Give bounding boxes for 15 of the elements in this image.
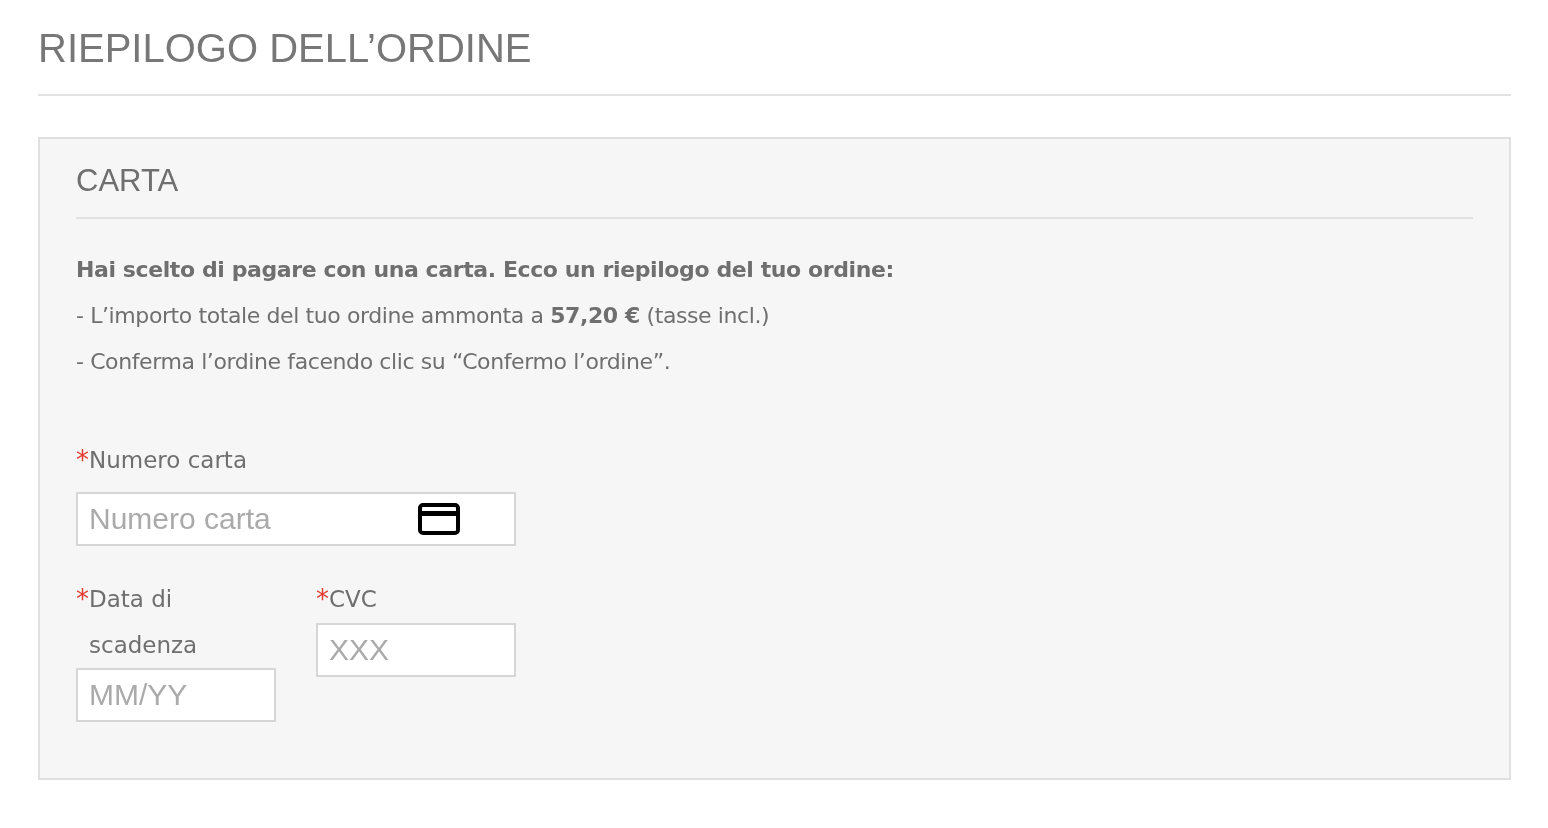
required-mark: * <box>316 584 329 614</box>
credit-card-icon <box>418 503 460 535</box>
summary-line: - Conferma l’ordine facendo clic su “Confermo l’ordine”. <box>76 348 672 376</box>
expiry-field[interactable]: MM/YY <box>76 668 276 722</box>
card-number-field[interactable]: Numero carta <box>76 492 516 546</box>
cvc-field[interactable]: XXX <box>316 623 516 677</box>
panel-title: CARTA <box>76 162 180 200</box>
required-mark: * <box>76 445 89 475</box>
page-title: RIEPILOGO DELL’ORDINE <box>38 25 533 72</box>
field-label: CVC <box>329 585 377 614</box>
field-label: Numero carta <box>89 446 247 475</box>
intro-text: Hai scelto di pagare con una carta. Ecco un riepilogo del tuo ordine: <box>76 256 895 284</box>
field-label: Data di scadenza <box>89 585 199 660</box>
summary-line: - L’importo totale del tuo ordine ammonta a 57,20 € (tasse incl.) <box>76 302 771 330</box>
required-mark: * <box>76 584 89 614</box>
